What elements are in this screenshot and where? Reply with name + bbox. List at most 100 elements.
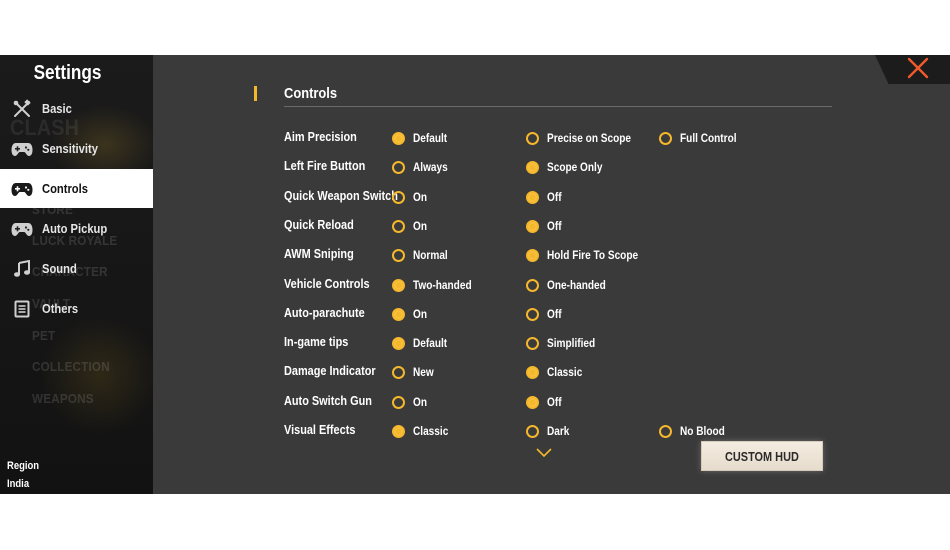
radio-unselected-icon	[392, 365, 405, 379]
radio-option[interactable]: On	[392, 302, 430, 326]
option-label: On	[413, 219, 428, 233]
radio-option[interactable]: Dark	[526, 419, 574, 440]
option-label: Default	[413, 131, 448, 145]
radio-unselected-icon	[526, 424, 539, 438]
option-label: Off	[547, 219, 562, 233]
setting-label: AWM Sniping	[284, 246, 354, 261]
radio-option[interactable]: On	[392, 390, 430, 414]
radio-selected-icon	[392, 131, 405, 145]
radio-unselected-icon	[526, 131, 539, 145]
settings-content: Controls Aim Precision Default Precise on …	[153, 55, 950, 494]
radio-unselected-icon	[392, 395, 405, 409]
setting-row: Vehicle Controls Two-handed One-handed	[153, 273, 950, 297]
bg-word-pet: PET	[32, 328, 56, 343]
setting-row: Damage Indicator New Classic	[153, 360, 950, 384]
option-label: Default	[413, 336, 448, 350]
radio-option[interactable]: No Blood	[659, 419, 733, 440]
sidebar-item-controls[interactable]: Controls	[0, 169, 153, 208]
radio-unselected-icon	[526, 278, 539, 292]
radio-option[interactable]: Classic	[526, 360, 589, 384]
sidebar-item-label: Sensitivity	[42, 141, 98, 156]
region-label: Region	[7, 460, 40, 472]
radio-selected-icon	[526, 219, 539, 233]
close-button[interactable]	[902, 57, 934, 83]
radio-selected-icon	[526, 160, 539, 174]
close-icon	[907, 57, 929, 84]
sidebar-item-sound[interactable]: Sound	[0, 249, 153, 288]
radio-option[interactable]: Always	[392, 155, 454, 179]
option-label: On	[413, 307, 428, 321]
tools-icon	[11, 98, 33, 119]
sidebar-item-auto-pickup[interactable]: Auto Pickup	[0, 209, 153, 248]
setting-row: AWM Sniping Normal Hold Fire To Scope	[153, 243, 950, 267]
radio-unselected-icon	[392, 219, 405, 233]
setting-row: Visual Effects Classic Dark No Blood	[153, 419, 950, 440]
custom-hud-label: CUSTOM HUD	[725, 448, 799, 464]
setting-label: Auto-parachute	[284, 305, 365, 320]
setting-row: Quick Reload On Off	[153, 214, 950, 238]
custom-hud-button[interactable]: CUSTOM HUD	[701, 441, 823, 471]
sidebar-item-label: Sound	[42, 261, 77, 276]
radio-selected-icon	[526, 190, 539, 204]
sidebar-item-label: Controls	[42, 181, 88, 196]
option-label: Scope Only	[547, 160, 603, 174]
radio-selected-icon	[392, 307, 405, 321]
setting-row: In-game tips Default Simplified	[153, 331, 950, 355]
radio-option[interactable]: Scope Only	[526, 155, 613, 179]
setting-label: Damage Indicator	[284, 363, 376, 378]
radio-option[interactable]: On	[392, 214, 430, 238]
setting-row: Auto Switch Gun On Off	[153, 390, 950, 414]
radio-selected-icon	[526, 248, 539, 262]
radio-option[interactable]: Full Control	[659, 126, 747, 150]
radio-option[interactable]: Off	[526, 302, 564, 326]
radio-option[interactable]: Default	[392, 126, 454, 150]
radio-selected-icon	[392, 424, 405, 438]
setting-label: Vehicle Controls	[284, 276, 370, 291]
option-label: Precise on Scope	[547, 131, 632, 145]
radio-option[interactable]: Off	[526, 214, 564, 238]
setting-label: Quick Weapon Switch	[284, 188, 398, 203]
radio-option[interactable]: Two-handed	[392, 273, 483, 297]
sidebar-item-label: Basic	[42, 101, 72, 116]
scroll-down-chevron-icon[interactable]	[535, 446, 553, 458]
radio-option[interactable]: One-handed	[526, 273, 617, 297]
option-label: Classic	[413, 424, 449, 438]
setting-row: Quick Weapon Switch On Off	[153, 185, 950, 209]
setting-row: Aim Precision Default Precise on Scope Full…	[153, 126, 950, 150]
option-label: Two-handed	[413, 278, 472, 292]
setting-label: In-game tips	[284, 334, 349, 349]
radio-option[interactable]: Precise on Scope	[526, 126, 647, 150]
radio-selected-icon	[526, 395, 539, 409]
option-label: One-handed	[547, 278, 606, 292]
setting-row: Auto-parachute On Off	[153, 302, 950, 326]
option-label: Full Control	[680, 131, 737, 145]
music-note-icon	[11, 259, 33, 279]
setting-label: Quick Reload	[284, 217, 354, 232]
radio-option[interactable]: Normal	[392, 243, 454, 267]
option-label: Classic	[547, 365, 583, 379]
radio-unselected-icon	[659, 131, 672, 145]
radio-unselected-icon	[392, 160, 405, 174]
sidebar-item-sensitivity[interactable]: Sensitivity	[0, 129, 153, 168]
radio-option[interactable]: Simplified	[526, 331, 604, 355]
settings-list[interactable]: Aim Precision Default Precise on Scope Full…	[153, 55, 950, 440]
option-label: Normal	[413, 248, 448, 262]
radio-unselected-icon	[526, 336, 539, 350]
sidebar-item-basic[interactable]: Basic	[0, 89, 153, 128]
sidebar-item-label: Others	[42, 301, 79, 316]
bg-word-collection: COLLECTION	[32, 359, 110, 374]
region-info: Region India	[7, 457, 44, 493]
radio-option[interactable]: New	[392, 360, 438, 384]
region-value: India	[7, 478, 30, 490]
radio-option[interactable]: Hold Fire To Scope	[526, 243, 655, 267]
option-label: Hold Fire To Scope	[547, 248, 639, 262]
radio-option[interactable]: Off	[526, 185, 564, 209]
radio-option[interactable]: Off	[526, 390, 564, 414]
radio-option[interactable]: Default	[392, 331, 454, 355]
sidebar-item-label: Auto Pickup	[42, 221, 108, 236]
radio-selected-icon	[392, 278, 405, 292]
radio-option[interactable]: On	[392, 185, 430, 209]
sidebar-item-others[interactable]: Others	[0, 289, 153, 328]
gamepad-icon	[11, 139, 33, 159]
radio-option[interactable]: Classic	[392, 419, 455, 440]
